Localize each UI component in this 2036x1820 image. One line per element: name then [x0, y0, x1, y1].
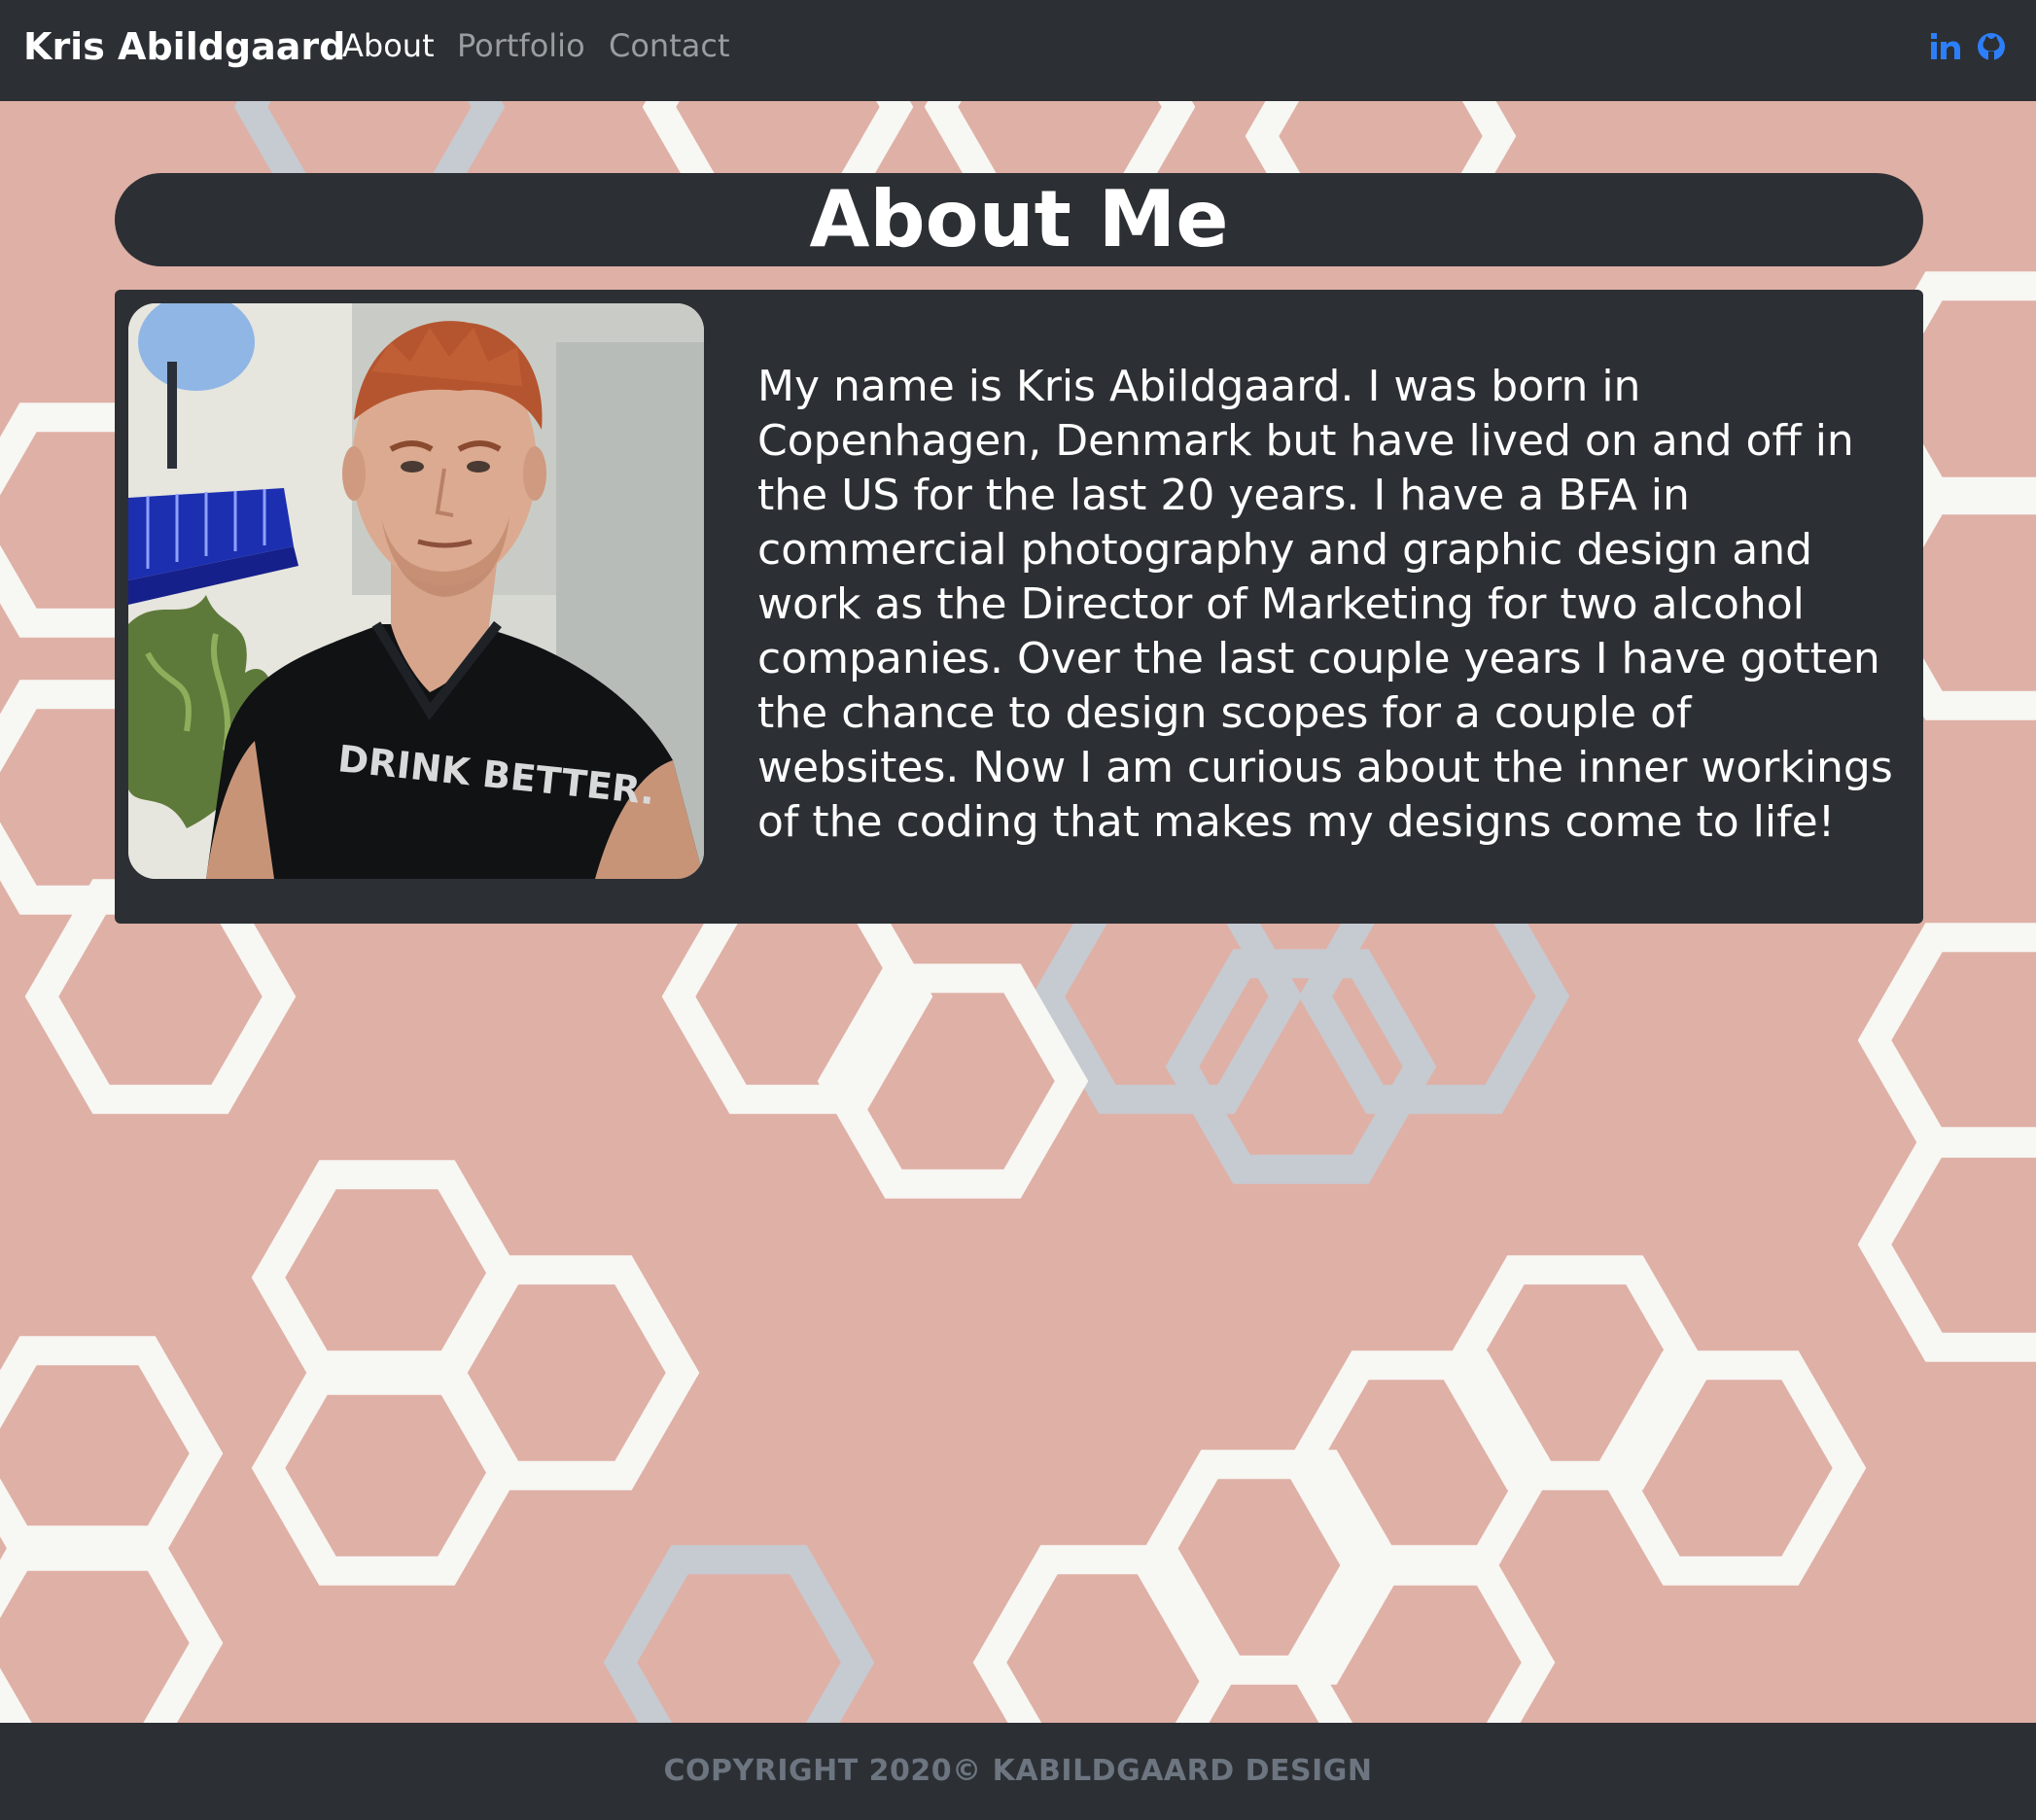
nav-link-portfolio[interactable]: Portfolio [457, 0, 585, 91]
github-link[interactable] [1974, 27, 2009, 66]
hexagon-shape [0, 1336, 224, 1571]
bio-text: My name is Kris Abildgaard. I was born i… [757, 362, 1893, 847]
github-icon [1978, 33, 2005, 61]
hexagon-shape [1857, 923, 2036, 1158]
about-card: DRINK BETTER. My name is Kris Abildgaard… [115, 290, 1923, 924]
nav-link-contact[interactable]: Contact [609, 0, 730, 91]
hexagon-shape [1857, 1127, 2036, 1362]
navbar: Kris Abildgaard About Portfolio Contact [0, 0, 2036, 101]
linkedin-link[interactable] [1927, 27, 1962, 66]
hexagon-shape [251, 1350, 523, 1586]
portrait-image: DRINK BETTER. [128, 303, 704, 879]
linkedin-icon [1931, 33, 1960, 59]
copyright-text: COPYRIGHT 2020© KABILDGAARD DESIGN [663, 1754, 1373, 1788]
nav-link-about[interactable]: About [342, 0, 435, 91]
hexagon-shape [24, 879, 297, 1114]
footer: COPYRIGHT 2020© KABILDGAARD DESIGN [0, 1723, 2036, 1820]
brand-name[interactable]: Kris Abildgaard [23, 0, 345, 93]
profile-photo: DRINK BETTER. [128, 303, 704, 879]
about-title-banner: About Me [115, 173, 1923, 266]
hexagon-shape [0, 1525, 224, 1761]
page-title: About Me [809, 174, 1229, 264]
